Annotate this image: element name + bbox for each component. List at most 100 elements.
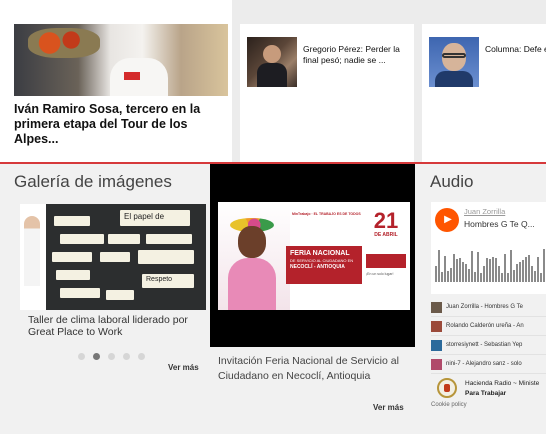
board-card: Respeto <box>142 274 194 288</box>
playlist-item-label: Juan Zorrilla - Hombres G Te <box>446 304 523 310</box>
audio-section: Audio ▶ Juan Zorrilla Hombres G Te Q... … <box>415 164 546 410</box>
playlist-thumbnail <box>431 358 442 370</box>
gallery-more-link[interactable]: Ver más <box>168 363 199 372</box>
waveform-bar <box>534 271 536 282</box>
waveform-bar <box>453 254 455 282</box>
flyer-day: 21 <box>373 208 399 233</box>
board-card <box>108 234 140 244</box>
jersey-logo <box>124 72 140 80</box>
waveform-bar <box>435 266 437 282</box>
waveform-bar <box>438 250 440 282</box>
waveform-bar <box>444 256 446 282</box>
waveform-bar <box>477 252 479 282</box>
cyclist-photo[interactable] <box>14 24 228 96</box>
main-news-card[interactable]: Iván Ramiro Sosa, tercero en la primera … <box>0 0 232 162</box>
person-head <box>263 45 281 63</box>
waveform-bar <box>462 262 464 282</box>
playlist-item[interactable]: Rolando Calderón ureña - An <box>431 317 546 336</box>
side-news-title[interactable]: Gregorio Pérez: Perder la final pesó; na… <box>303 44 411 65</box>
carousel-dot[interactable] <box>123 353 130 360</box>
waveform-bar <box>498 266 500 282</box>
board-card <box>138 250 194 264</box>
waveform-bar <box>468 269 470 282</box>
board-card <box>100 252 130 262</box>
board-card <box>106 290 134 300</box>
waveform-bar <box>465 264 467 282</box>
flyer-aside-text: ¡En un solo lugar! <box>366 272 394 276</box>
waveform-bar <box>525 257 527 282</box>
playlist-item[interactable]: storresiynett - Sebastian Yep <box>431 336 546 355</box>
side-news-thumbnail[interactable] <box>247 37 297 87</box>
track-title[interactable]: Hombres G Te Q... <box>464 219 535 229</box>
playlist-item-label: nini-7 - Alejandro sanz - solo <box>446 361 522 367</box>
radio-footer-title: Hacienda Radio ~ Ministe <box>465 380 540 387</box>
waveform-bar <box>531 266 533 282</box>
cookie-policy-link[interactable]: Cookie policy <box>431 402 467 408</box>
playlist-thumbnail <box>431 320 442 332</box>
flyer-banner-place: NECOCLÍ - ANTIOQUIA <box>290 264 345 270</box>
side-news-thumbnail[interactable] <box>429 37 479 87</box>
ministry-seal-icon <box>437 378 457 398</box>
waveform-bar <box>516 264 518 282</box>
video-caption[interactable]: Invitación Feria Nacional de Servicio al… <box>218 354 414 384</box>
blackboard: El papel de Respeto <box>46 204 206 310</box>
playlist-item[interactable]: nini-7 - Alejandro sanz - solo <box>431 355 546 374</box>
waveform-bar <box>540 273 542 282</box>
flyer-red-block <box>366 254 406 268</box>
flyer-month: DE ABRIL <box>374 232 398 238</box>
flyer-logos: MinTrabajo · EL TRABAJO ES DE TODOS <box>292 212 361 216</box>
side-news-title[interactable]: Columna: Defe empleo - Minis Hacie... <box>485 44 546 55</box>
artist-link[interactable]: Juan Zorrilla <box>464 207 505 216</box>
waveform-bar <box>447 271 449 282</box>
playlist-thumbnail <box>431 339 442 351</box>
carousel-dot-active[interactable] <box>93 353 100 360</box>
waveform[interactable] <box>435 242 546 282</box>
presenter-figure <box>24 216 40 286</box>
playlist-item-label: storresiynett - Sebastian Yep <box>446 342 523 348</box>
waveform-bar <box>510 250 512 282</box>
side-news-card[interactable]: Gregorio Pérez: Perder la final pesó; na… <box>240 24 414 162</box>
video-player[interactable]: MinTrabajo · EL TRABAJO ES DE TODOS FERI… <box>210 164 415 347</box>
waveform-bar <box>483 266 485 282</box>
flyer-date: 21 DE ABRIL <box>366 208 406 239</box>
main-news-headline[interactable]: Iván Ramiro Sosa, tercero en la primera … <box>14 102 228 147</box>
waveform-bar <box>519 262 521 282</box>
carousel-dots <box>78 353 145 360</box>
playlist-item[interactable]: Juan Zorrilla - Hombres G Te <box>431 298 546 317</box>
playlist: Juan Zorrilla - Hombres G Te Rolando Cal… <box>431 298 546 374</box>
person-suit <box>257 63 287 87</box>
board-card <box>56 270 90 280</box>
side-news-card[interactable]: Columna: Defe empleo - Minis Hacie... <box>422 24 546 162</box>
waveform-bar <box>450 268 452 282</box>
board-card <box>52 252 92 262</box>
glasses <box>442 53 466 58</box>
carousel-dot[interactable] <box>108 353 115 360</box>
waveform-bar <box>495 258 497 282</box>
image-gallery-section: Galería de imágenes El papel de Respeto … <box>0 164 210 410</box>
waveform-bar <box>456 259 458 282</box>
waveform-bar <box>486 258 488 282</box>
waveform-bar <box>471 251 473 282</box>
waveform-bar <box>528 255 530 282</box>
carousel-dot[interactable] <box>138 353 145 360</box>
carousel-dot[interactable] <box>78 353 85 360</box>
waveform-bar <box>513 270 515 282</box>
gallery-caption[interactable]: Taller de clima laboral liderado por Gre… <box>28 314 208 338</box>
playlist-thumbnail <box>431 301 442 313</box>
waveform-bar <box>543 249 545 282</box>
waveform-bar <box>537 257 539 282</box>
waveform-bar <box>489 259 491 282</box>
waveform-bar <box>504 254 506 282</box>
event-flyer[interactable]: MinTrabajo · EL TRABAJO ES DE TODOS FERI… <box>218 202 410 310</box>
flyer-banner: FERIA NACIONAL DE SERVICIO AL CIUDADANO … <box>286 246 362 284</box>
video-more-link[interactable]: Ver más <box>373 403 404 412</box>
gallery-photo[interactable]: El papel de Respeto <box>20 204 206 310</box>
waveform-bar <box>441 272 443 282</box>
waveform-bar <box>474 272 476 282</box>
board-card <box>146 234 192 244</box>
gallery-title: Galería de imágenes <box>14 172 172 191</box>
board-card <box>60 288 100 298</box>
play-icon[interactable]: ▶ <box>435 208 459 232</box>
flyer-banner-subtitle: DE SERVICIO AL CIUDADANO EN <box>290 258 354 263</box>
waveform-bar <box>459 258 461 282</box>
